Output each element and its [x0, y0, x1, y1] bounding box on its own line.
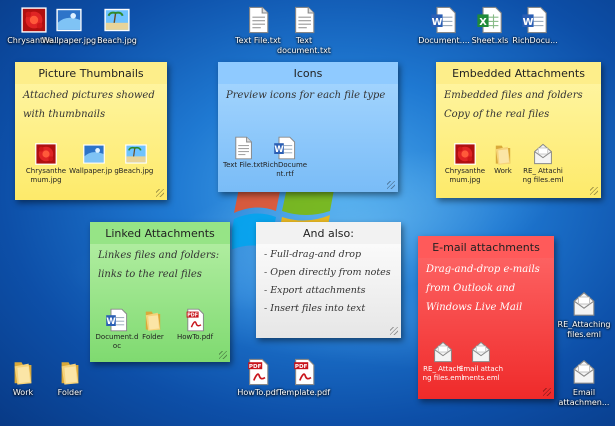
note-line: - Insert files into text — [264, 303, 366, 314]
attachment-label: Beach.jpg — [118, 167, 154, 175]
email-file-icon — [552, 290, 615, 318]
pdf-file-icon: PDF — [272, 358, 336, 386]
desktop-icon[interactable]: Beach.jpg — [85, 6, 149, 46]
resize-grip[interactable] — [390, 327, 398, 335]
note-and-also[interactable]: And also: - Full-drag-and drop - Open di… — [256, 222, 401, 338]
word-document-icon: W — [260, 136, 310, 160]
note-line: Windows Live Mail — [426, 302, 523, 313]
note-line: Embedded files and folders — [444, 90, 583, 101]
svg-text:W: W — [523, 17, 534, 28]
desktop-icon[interactable]: Text document.txt — [272, 6, 336, 56]
note-picture-thumbnails[interactable]: Picture Thumbnails Attached pictures sho… — [15, 62, 167, 200]
note-line: - Full-drag-and drop — [264, 249, 362, 260]
svg-text:PDF: PDF — [295, 364, 308, 370]
svg-text:PDF: PDF — [249, 364, 262, 370]
desktop-icon-label: Email attachmen... — [558, 388, 610, 407]
email-file-icon — [552, 358, 615, 386]
resize-grip[interactable] — [156, 189, 164, 197]
desktop-icon-label: Beach.jpg — [97, 36, 137, 45]
note-line: Linkes files and folders: — [98, 250, 220, 261]
note-line: links to the real files — [98, 269, 202, 280]
note-attachment[interactable]: PDF HowTo.pdf — [170, 308, 220, 342]
email-file-icon — [456, 340, 506, 364]
svg-text:PDF: PDF — [187, 313, 198, 319]
note-email-attachments[interactable]: E-mail attachments Drag-and-drop e-mails… — [418, 236, 554, 399]
desktop-icon-label: Folder — [57, 388, 83, 397]
note-icons[interactable]: Icons Preview icons for each file type T… — [218, 62, 398, 192]
attachment-label: HowTo.pdf — [176, 333, 214, 341]
svg-text:X: X — [479, 17, 487, 28]
desktop-icon[interactable]: RE_Attaching files.eml — [552, 290, 615, 340]
note-line: with thumbnails — [23, 109, 106, 120]
beach-image-icon — [111, 142, 161, 166]
note-title: And also: — [256, 222, 401, 244]
text-file-icon — [272, 6, 336, 34]
note-title: Picture Thumbnails — [15, 62, 167, 84]
note-line: - Export attachments — [264, 285, 366, 296]
note-attachment[interactable]: W RichDocume nt.rtf — [260, 136, 310, 179]
chrysanthemum-image-icon — [21, 142, 71, 166]
desktop-icon[interactable]: W RichDocu... — [503, 6, 567, 46]
word-document-icon: W — [503, 6, 567, 34]
note-linked-attachments[interactable]: Linked Attachments Linkes files and fold… — [90, 222, 230, 362]
note-line: from Outlook and — [426, 283, 516, 294]
resize-grip[interactable] — [590, 187, 598, 195]
attachment-label: Email attach ments.eml — [459, 365, 503, 382]
desktop-icon-label: RichDocu... — [512, 36, 558, 45]
email-file-icon — [518, 142, 568, 166]
attachment-label: RichDocume nt.rtf — [262, 161, 308, 178]
note-title: E-mail attachments — [418, 236, 554, 258]
resize-grip[interactable] — [387, 181, 395, 189]
svg-text:W: W — [274, 144, 283, 154]
note-title: Embedded Attachments — [436, 62, 601, 84]
note-line: Attached pictures showed — [23, 90, 155, 101]
beach-image-icon — [85, 6, 149, 34]
resize-grip[interactable] — [543, 388, 551, 396]
note-line: - Open directly from notes — [264, 267, 391, 278]
resize-grip[interactable] — [219, 351, 227, 359]
note-attachment[interactable]: Chrysanthe mum.jpg — [21, 142, 71, 185]
attachment-label: RE_ Attachi ng files.eml — [522, 167, 564, 184]
folder-icon — [38, 358, 102, 386]
svg-text:W: W — [432, 17, 443, 28]
note-title: Icons — [218, 62, 398, 84]
pdf-file-icon: PDF — [170, 308, 220, 332]
desktop-icon[interactable]: Email attachmen... — [552, 358, 615, 408]
desktop-icon[interactable]: PDF Template.pdf — [272, 358, 336, 398]
note-attachment[interactable]: Beach.jpg — [111, 142, 161, 176]
attachment-label: Chrysanthe mum.jpg — [25, 167, 67, 184]
note-line: Preview icons for each file type — [226, 90, 386, 101]
desktop-icon-label: RE_Attaching files.eml — [557, 320, 611, 339]
desktop-icon[interactable]: Folder — [38, 358, 102, 398]
desktop-icon-label: Template.pdf — [277, 388, 331, 397]
note-line: Copy of the real files — [444, 109, 550, 120]
note-line: Drag-and-drop e-mails — [426, 264, 540, 275]
svg-text:W: W — [106, 316, 115, 326]
note-attachment[interactable]: RE_ Attachi ng files.eml — [518, 142, 568, 185]
note-attachment[interactable]: Email attach ments.eml — [456, 340, 506, 383]
note-embedded-attachments[interactable]: Embedded Attachments Embedded files and … — [436, 62, 601, 198]
note-title: Linked Attachments — [90, 222, 230, 244]
desktop-icon-label: Text document.txt — [277, 36, 331, 55]
